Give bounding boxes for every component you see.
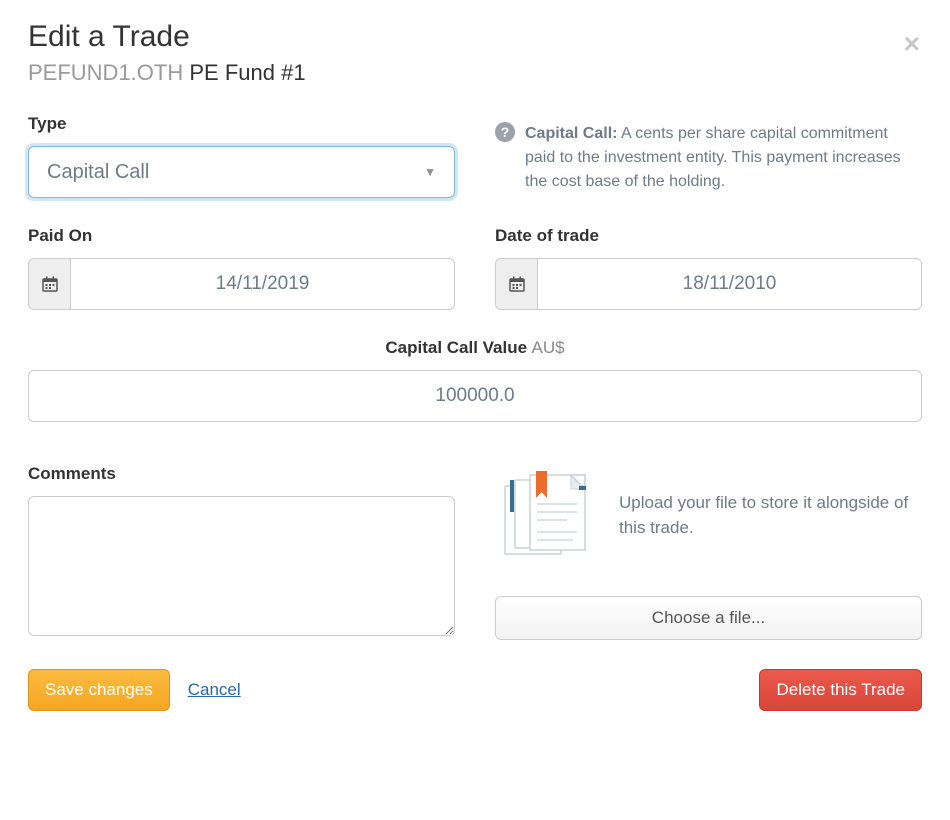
help-box: ? Capital Call: A cents per share capita… <box>495 114 922 194</box>
symbol-name: PE Fund #1 <box>189 60 305 85</box>
paid-on-label: Paid On <box>28 226 455 246</box>
delete-button[interactable]: Delete this Trade <box>759 669 922 711</box>
date-of-trade-input[interactable] <box>538 259 921 309</box>
chevron-down-icon: ▼ <box>424 165 436 179</box>
paid-on-field[interactable] <box>28 258 455 310</box>
capital-call-value-input[interactable] <box>28 370 922 422</box>
upload-help-text: Upload your file to store it alongside o… <box>619 490 922 541</box>
ccv-label-main: Capital Call Value <box>385 338 527 357</box>
capital-call-value-label: Capital Call Value AU$ <box>28 338 922 358</box>
cancel-link[interactable]: Cancel <box>188 680 241 700</box>
type-select[interactable]: Capital Call ▼ <box>28 146 455 198</box>
page-title: Edit a Trade <box>28 20 922 54</box>
help-title: Capital Call: <box>525 125 617 142</box>
subtitle: PEFUND1.OTH PE Fund #1 <box>28 60 922 86</box>
document-illustration-icon <box>495 470 595 560</box>
type-label: Type <box>28 114 455 134</box>
comments-label: Comments <box>28 464 455 484</box>
close-icon[interactable]: × <box>904 30 920 58</box>
help-text: Capital Call: A cents per share capital … <box>525 122 922 194</box>
choose-file-button[interactable]: Choose a file... <box>495 596 922 640</box>
help-icon: ? <box>495 122 515 142</box>
type-select-value: Capital Call <box>47 161 149 184</box>
comments-textarea[interactable] <box>28 496 455 636</box>
save-button[interactable]: Save changes <box>28 669 170 711</box>
symbol-code: PEFUND1.OTH <box>28 60 183 85</box>
date-of-trade-label: Date of trade <box>495 226 922 246</box>
calendar-icon <box>29 259 71 309</box>
date-of-trade-field[interactable] <box>495 258 922 310</box>
ccv-label-currency: AU$ <box>532 338 565 357</box>
calendar-icon <box>496 259 538 309</box>
paid-on-input[interactable] <box>71 259 454 309</box>
